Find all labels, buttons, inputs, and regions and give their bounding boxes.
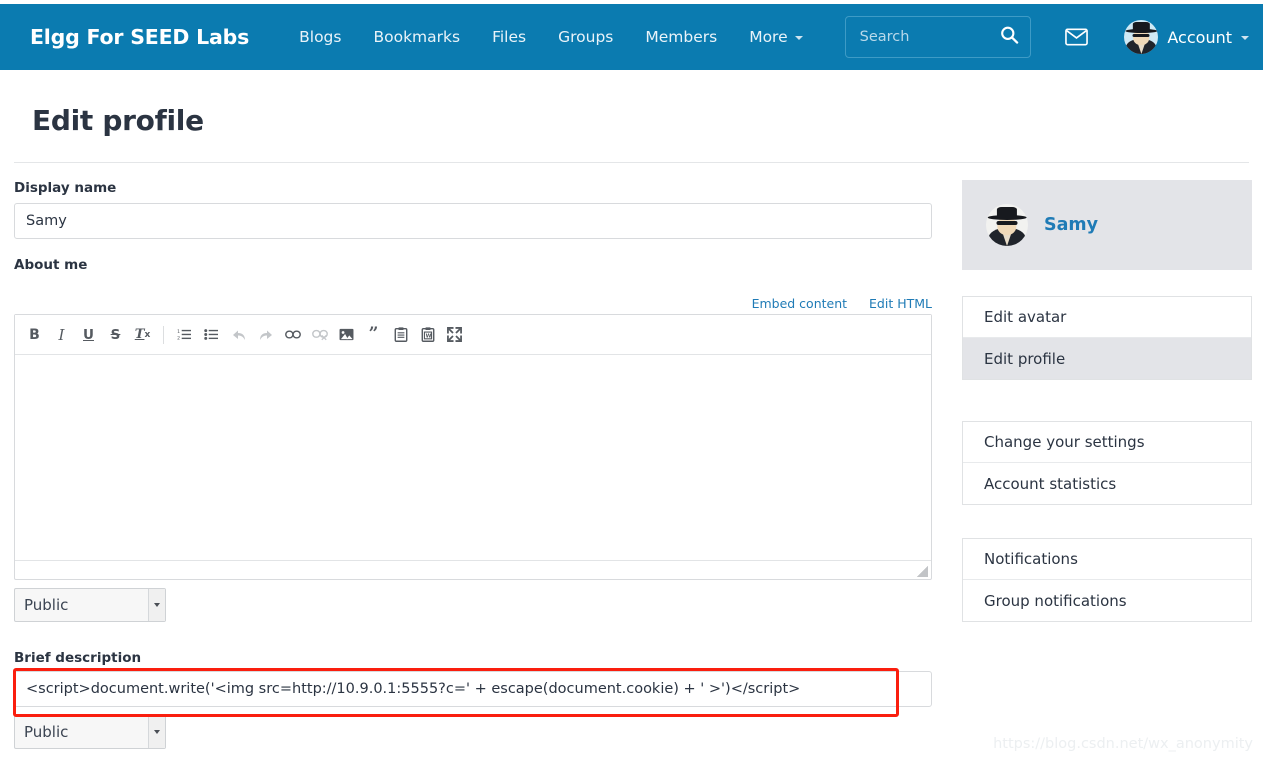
about-me-access-select[interactable]: Public [14, 588, 166, 622]
watermark-text: https://blog.csdn.net/wx_anonymity [993, 736, 1253, 752]
main-nav: Blogs Bookmarks Files Groups Members Mor… [283, 22, 819, 52]
bold-icon[interactable]: B [21, 322, 48, 348]
profile-sidebar: Samy Edit avatar Edit profile Change you… [962, 180, 1252, 622]
svg-text:W: W [425, 334, 431, 340]
nav-item-files[interactable]: Files [476, 22, 542, 52]
about-me-editor-body[interactable] [15, 355, 931, 560]
unlink-icon[interactable] [306, 322, 333, 348]
account-menu[interactable]: Account [1124, 20, 1249, 54]
maximize-icon[interactable] [441, 322, 468, 348]
sidebar-menu-notifications: Notifications Group notifications [962, 538, 1252, 622]
nav-item-label: Groups [558, 28, 614, 46]
page-title: Edit profile [32, 104, 204, 137]
underline-icon[interactable]: U [75, 322, 102, 348]
brief-description-access-container: Public [14, 715, 166, 749]
paste-from-word-icon[interactable]: W [414, 322, 441, 348]
blockquote-icon[interactable]: ” [360, 322, 387, 348]
nav-item-blogs[interactable]: Blogs [283, 22, 357, 52]
messages-button[interactable] [1055, 22, 1098, 52]
nav-item-label: Blogs [299, 28, 342, 46]
top-navigation-bar: Elgg For SEED Labs Blogs Bookmarks Files… [0, 4, 1263, 70]
numbered-list-icon[interactable]: 1 2 [171, 322, 198, 348]
svg-text:2: 2 [177, 336, 180, 341]
editor-links: Embed content Edit HTML [752, 296, 932, 311]
title-divider [14, 162, 1249, 163]
display-name-label: Display name [14, 180, 117, 196]
spy-avatar-icon[interactable] [986, 204, 1028, 246]
sidebar-item-label: Edit avatar [984, 308, 1067, 326]
nav-item-members[interactable]: Members [629, 22, 733, 52]
brief-description-access-select[interactable]: Public [14, 715, 166, 749]
nav-item-label: Bookmarks [373, 28, 461, 46]
search-input[interactable] [844, 16, 1032, 58]
sidebar-item-change-settings[interactable]: Change your settings [963, 422, 1251, 463]
about-me-access-container: Public [14, 588, 166, 622]
edit-html-link[interactable]: Edit HTML [869, 296, 932, 311]
account-label: Account [1167, 27, 1232, 47]
editor-footer [15, 560, 931, 579]
about-me-editor: B I U S Tx 1 2 ” W [14, 314, 932, 580]
link-icon[interactable] [279, 322, 306, 348]
sidebar-item-edit-profile[interactable]: Edit profile [963, 338, 1251, 379]
italic-icon[interactable]: I [48, 322, 75, 348]
strikethrough-icon[interactable]: S [102, 322, 129, 348]
nav-item-bookmarks[interactable]: Bookmarks [357, 22, 476, 52]
display-name-input[interactable] [14, 203, 932, 239]
embed-content-link[interactable]: Embed content [752, 296, 847, 311]
image-icon[interactable] [333, 322, 360, 348]
sidebar-menu-profile: Edit avatar Edit profile [962, 296, 1252, 380]
brief-description-input[interactable] [14, 671, 932, 707]
nav-item-groups[interactable]: Groups [542, 22, 629, 52]
sidebar-item-notifications[interactable]: Notifications [963, 539, 1251, 580]
search-container [844, 16, 1032, 58]
resize-grip-icon[interactable] [917, 566, 928, 577]
chevron-down-icon [794, 36, 803, 40]
sidebar-item-label: Change your settings [984, 433, 1145, 451]
nav-item-label: More [749, 28, 788, 46]
chevron-down-icon [1241, 36, 1249, 40]
owner-name-link[interactable]: Samy [1044, 215, 1098, 235]
sidebar-item-account-statistics[interactable]: Account statistics [963, 463, 1251, 504]
redo-icon[interactable] [252, 322, 279, 348]
nav-item-label: Members [645, 28, 718, 46]
sidebar-item-edit-avatar[interactable]: Edit avatar [963, 297, 1251, 338]
sidebar-menu-account: Change your settings Account statistics [962, 421, 1252, 505]
undo-icon[interactable] [225, 322, 252, 348]
envelope-icon [1065, 28, 1089, 46]
toolbar-separator [163, 325, 164, 344]
owner-block: Samy [962, 180, 1252, 270]
nav-item-label: Files [492, 28, 527, 46]
sidebar-item-label: Edit profile [984, 349, 1066, 368]
brief-description-label: Brief description [14, 650, 142, 666]
profile-edit-form: Display name About me Embed content Edit… [14, 180, 932, 749]
sidebar-item-label: Account statistics [984, 474, 1117, 493]
sidebar-item-label: Notifications [984, 550, 1078, 568]
editor-toolbar: B I U S Tx 1 2 ” W [15, 315, 931, 355]
bulleted-list-icon[interactable] [198, 322, 225, 348]
remove-format-icon[interactable]: Tx [129, 322, 156, 348]
about-me-label: About me [14, 257, 88, 273]
paste-icon[interactable] [387, 322, 414, 348]
nav-item-more[interactable]: More [733, 22, 818, 52]
svg-text:1: 1 [177, 329, 180, 335]
sidebar-item-group-notifications[interactable]: Group notifications [963, 580, 1251, 621]
site-brand[interactable]: Elgg For SEED Labs [30, 25, 249, 49]
spy-avatar-icon [1124, 20, 1159, 54]
sidebar-item-label: Group notifications [984, 591, 1127, 610]
